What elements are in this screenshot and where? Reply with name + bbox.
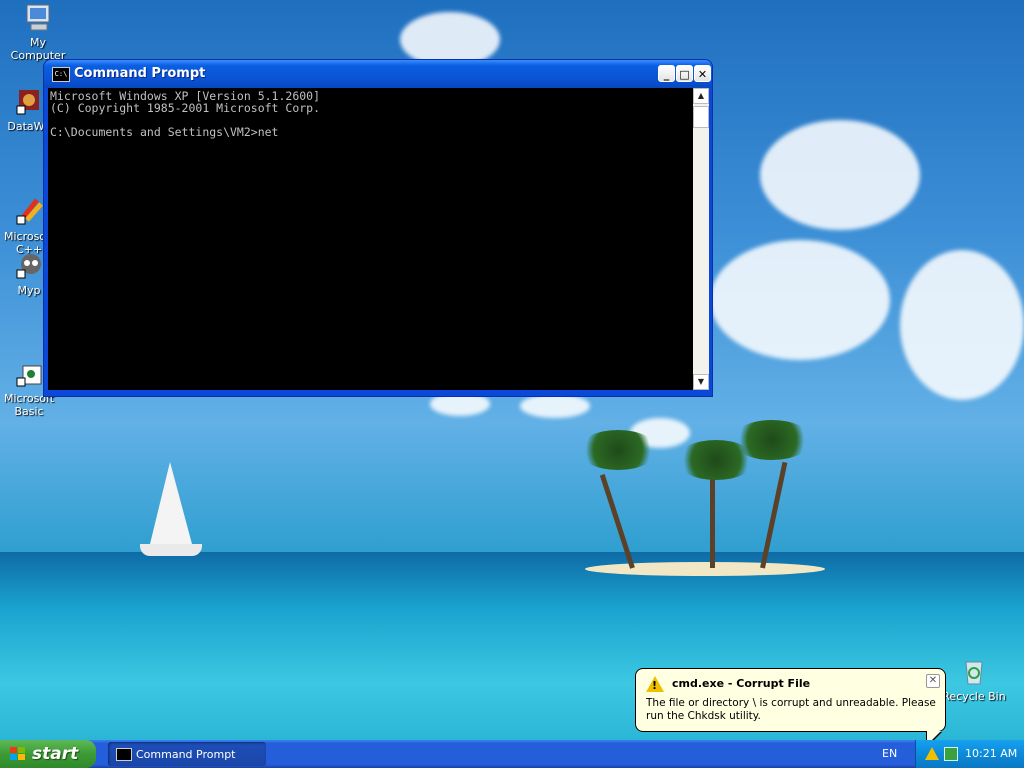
- scroll-down-button[interactable]: ▼: [693, 374, 709, 390]
- island: [585, 562, 825, 576]
- console-output[interactable]: Microsoft Windows XP [Version 5.1.2600] …: [48, 88, 693, 390]
- maximize-button[interactable]: □: [676, 65, 693, 82]
- window-titlebar[interactable]: C:\ Command Prompt _ □ ✕: [44, 60, 712, 88]
- console-text: Microsoft Windows XP [Version 5.1.2600] …: [50, 89, 321, 139]
- tray-network-icon[interactable]: [944, 747, 958, 761]
- raccoon-icon: [13, 250, 45, 282]
- taskbar: start Command Prompt EN 10:21 AM: [0, 740, 1024, 768]
- visual-basic-icon: [13, 345, 45, 387]
- desktop-icon-label: My Computer: [10, 36, 66, 62]
- console-icon: C:\: [52, 67, 70, 82]
- recycle-bin-icon: [958, 656, 990, 688]
- scroll-thumb[interactable]: [693, 106, 709, 128]
- taskbar-button-command-prompt[interactable]: Command Prompt: [108, 742, 266, 766]
- taskbar-button-label: Command Prompt: [136, 748, 236, 761]
- cloud: [710, 240, 890, 360]
- window-title: Command Prompt: [74, 66, 206, 81]
- balloon-message: The file or directory \ is corrupt and u…: [646, 697, 936, 722]
- console-icon: [116, 748, 132, 761]
- desktop-icon-recycle-bin[interactable]: Recycle Bin: [939, 656, 1009, 703]
- tray-warning-icon[interactable]: [925, 747, 939, 760]
- clock[interactable]: 10:21 AM: [965, 747, 1017, 760]
- notification-balloon[interactable]: ! cmd.exe - Corrupt File ✕ The file or d…: [635, 668, 946, 748]
- start-label: start: [32, 744, 79, 764]
- desktop-icon-label: Recycle Bin: [942, 690, 1006, 703]
- command-prompt-window[interactable]: C:\ Command Prompt _ □ ✕ Microsoft Windo…: [44, 60, 712, 396]
- vertical-scrollbar[interactable]: ▲ ▼: [693, 88, 709, 390]
- start-button[interactable]: start: [0, 740, 96, 768]
- cloud: [520, 394, 590, 418]
- cloud: [400, 12, 500, 67]
- scroll-up-button[interactable]: ▲: [693, 88, 709, 104]
- palm-fronds: [732, 420, 812, 460]
- palm-trunk: [710, 470, 715, 568]
- balloon-title: cmd.exe - Corrupt File: [672, 677, 811, 690]
- language-indicator[interactable]: EN: [882, 747, 897, 760]
- windows-flag-icon: [10, 747, 26, 761]
- cloud: [900, 250, 1024, 400]
- system-tray: 10:21 AM: [915, 740, 1024, 768]
- minimize-button[interactable]: _: [658, 65, 675, 82]
- sailboat-hull: [140, 544, 202, 556]
- balloon-close-button[interactable]: ✕: [926, 674, 940, 688]
- desktop-icon-my-computer[interactable]: My Computer: [3, 2, 73, 62]
- cloud: [760, 120, 920, 230]
- close-button[interactable]: ✕: [694, 65, 711, 82]
- warning-mark: !: [652, 679, 658, 692]
- visual-cpp-icon: [13, 183, 45, 225]
- palm-fronds: [578, 430, 658, 470]
- application-icon: [13, 86, 45, 118]
- sailboat-sail: [150, 462, 192, 544]
- computer-icon: [22, 2, 54, 34]
